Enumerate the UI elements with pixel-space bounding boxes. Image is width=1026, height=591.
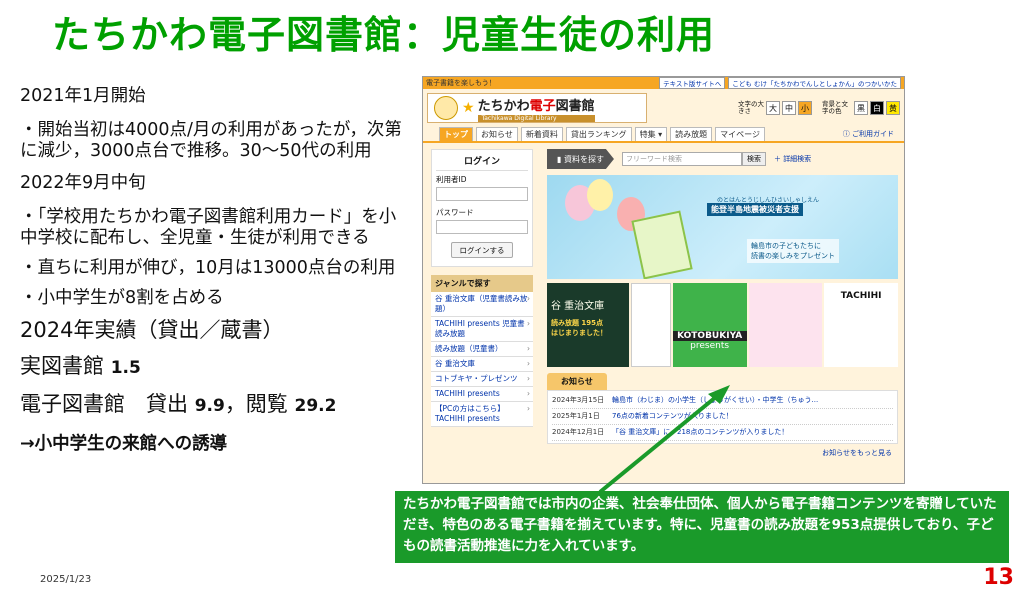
browse-value: 29.2 (294, 396, 337, 416)
search-tag: ▮ 資料を探す (547, 149, 614, 169)
genre-item[interactable]: コトブキヤ・プレゼンツ (431, 372, 533, 387)
start-date: 2021年1月開始 (20, 86, 146, 106)
news-row[interactable]: 2024年12月1日 「谷 重治文庫」に、218点のコンテンツが入りました！ (552, 425, 893, 441)
digital-label: 電子図書館 貸出 (20, 392, 195, 416)
color-white[interactable]: 白 (870, 101, 884, 115)
bullet-initial-usage: ・開始当初は4000点/月の利用があったが，次第に減少，3000点台で推移。30… (20, 120, 402, 161)
book-search-icon: ▮ (557, 154, 564, 164)
logo-name: たちかわ電子図書館 (477, 98, 595, 114)
tablet-illustration (631, 210, 693, 279)
news-row[interactable]: 2025年1月1日 76点の新着コンテンツが入りました！ (552, 409, 893, 425)
font-size-medium[interactable]: 中 (782, 101, 796, 115)
font-size-small[interactable]: 小 (798, 101, 812, 115)
password-label: パスワード (436, 208, 474, 217)
visit-guidance: →小中学生の来館への誘導 (20, 434, 228, 454)
banner-heading: 能登半島地震被災者支援 (707, 203, 803, 216)
slide-date: 2025/1/23 (40, 574, 92, 585)
login-button[interactable]: ログインする (451, 242, 513, 258)
tab-unlimited[interactable]: 読み放題 (670, 127, 713, 141)
left-text-panel: 2021年1月開始 ・開始当初は4000点/月の利用があったが，次第に減少，30… (20, 84, 410, 455)
bullet-school-card: ・「学校用たちかわ電子図書館利用カード」を小中学校に配布し、全児童・生徒が利用で… (20, 207, 397, 248)
tile-book-cover[interactable] (630, 283, 671, 367)
physical-value: 1.5 (110, 358, 141, 378)
guide-link[interactable]: ⓘ ご利用ガイド (843, 129, 904, 139)
site-nav: トップ お知らせ 新着資料 貸出ランキング 特集 ▾ 読み放題 マイページ ⓘ … (423, 127, 904, 143)
advanced-search-link[interactable]: ＋ 詳細検索 (774, 154, 811, 164)
tile-kotobukiya[interactable]: KOTOBUKIYA presents (672, 283, 747, 367)
news-row[interactable]: 2024年3月15日 輪島市（わじま）の小学生（しょうがくせい）・中学生（ちゅう.… (552, 393, 893, 409)
cat-mascot-icon (434, 96, 458, 120)
site-sidebar: ログイン 利用者ID パスワード ログインする ジャンルで探す 谷 重治文庫（児… (423, 143, 541, 483)
genre-list: 谷 重治文庫（児童書読み放題） TACHIHI presents 児童書読み放題… (431, 292, 533, 427)
genre-item[interactable]: 谷 重治文庫 (431, 357, 533, 372)
tile-books[interactable] (748, 283, 823, 367)
user-id-label: 利用者ID (436, 175, 467, 184)
color-black[interactable]: 黒 (854, 101, 868, 115)
physical-library-stat: 実図書館 1.5 (20, 354, 410, 380)
search-row: ▮ 資料を探す フリーワード検索 検索 ＋ 詳細検索 (547, 149, 898, 169)
bullet-usage-growth: ・直ちに利用が伸び，10月は13000点台の利用 (20, 258, 396, 278)
tab-new-items[interactable]: 新着資料 (520, 127, 563, 141)
text-site-link[interactable]: テキスト版サイトへ (659, 77, 726, 89)
plus-icon: ＋ (773, 155, 784, 163)
tab-mypage[interactable]: マイページ (715, 127, 766, 141)
news-list: 2024年3月15日 輪島市（わじま）の小学生（しょうがくせい）・中学生（ちゅう.… (547, 390, 898, 444)
support-banner[interactable]: のとはんとうじしんひさいしゃしえん 能登半島地震被災者支援 輪島市の子どもたちに… (547, 175, 898, 279)
font-size-label: 文字の大きさ (738, 100, 764, 115)
feature-tiles: 谷 重治文庫 読み放題 195点 はじまりました！ KOTOBUKIYA pre… (547, 283, 898, 367)
logo-subtitle: Tachikawa Digital Library (477, 114, 595, 122)
callout-box: たちかわ電子図書館では市内の企業、社会奉仕団体、個人から電子書籍コンテンツを寄贈… (395, 491, 1009, 563)
tab-news[interactable]: お知らせ (476, 127, 518, 141)
lending-value: 9.9 (194, 396, 225, 416)
genre-item[interactable]: 読み放題（児童書） (431, 342, 533, 357)
password-input[interactable] (436, 220, 528, 234)
search-input[interactable]: フリーワード検索 (621, 152, 742, 166)
tab-features[interactable]: 特集 ▾ (634, 127, 668, 141)
genre-title: ジャンルで探す (431, 275, 533, 292)
physical-label: 実図書館 (20, 354, 111, 378)
balloon-icon (587, 179, 613, 211)
site-logo[interactable]: ★ たちかわ電子図書館 Tachikawa Digital Library (427, 93, 647, 123)
slide-title: たちかわ電子図書館：児童生徒の利用 (52, 13, 716, 57)
news-title: お知らせ (547, 373, 607, 390)
tile-tachihi[interactable]: TACHIHI (824, 283, 898, 367)
genre-item[interactable]: 【PCの方はこちら】TACHIHI presents (431, 402, 533, 427)
site-main: ▮ 資料を探す フリーワード検索 検索 ＋ 詳細検索 のとはんとうじしんひさいし… (541, 143, 904, 483)
site-body: ログイン 利用者ID パスワード ログインする ジャンルで探す 谷 重治文庫（児… (423, 143, 904, 483)
bullet-share: ・小中学生が8割を占める (20, 288, 224, 308)
card-date: 2022年9月中旬 (20, 173, 146, 193)
topbar-text: 電子書籍を楽しもう！ (426, 79, 496, 87)
login-box: ログイン 利用者ID パスワード ログインする (431, 149, 533, 267)
browse-label: ，閲覧 (224, 392, 295, 416)
banner-message: 輪島市の子どもたちに 読書の楽しみをプレゼント (747, 239, 839, 263)
results-heading: 2024年実績（貸出／蔵書） (20, 318, 284, 342)
genre-item[interactable]: TACHIHI presents 児童書読み放題 (431, 317, 533, 342)
color-label: 背景と文字の色 (822, 100, 848, 115)
font-size-large[interactable]: 大 (766, 101, 780, 115)
tile-tani-bunko[interactable]: 谷 重治文庫 読み放題 195点 はじまりました！ (547, 283, 629, 367)
question-icon: ⓘ (842, 130, 852, 138)
site-topbar: 電子書籍を楽しもう！ テキスト版サイトへ こども むけ「たちかわでんしとしょかん… (423, 77, 904, 89)
login-title: ログイン (436, 154, 528, 171)
more-news-link[interactable]: お知らせをもっと見る (547, 444, 898, 462)
display-options: 文字の大きさ 大 中 小 背景と文字の色 黒 白 黄 (738, 101, 900, 115)
digital-library-stat: 電子図書館 貸出 9.9，閲覧 29.2 (20, 392, 410, 418)
user-id-input[interactable] (436, 187, 528, 201)
tab-top[interactable]: トップ (439, 127, 473, 141)
genre-item[interactable]: TACHIHI presents (431, 387, 533, 402)
color-yellow[interactable]: 黄 (886, 101, 900, 115)
star-icon: ★ (462, 100, 475, 116)
page-number: 13 (983, 565, 1014, 590)
tab-ranking[interactable]: 貸出ランキング (565, 127, 632, 141)
search-button[interactable]: 検索 (741, 152, 766, 166)
library-site-screenshot: 電子書籍を楽しもう！ テキスト版サイトへ こども むけ「たちかわでんしとしょかん… (422, 76, 905, 484)
genre-item[interactable]: 谷 重治文庫（児童書読み放題） (431, 292, 533, 317)
kids-guide-link[interactable]: こども むけ「たちかわでんしとしょかん」のつかいかた (728, 77, 901, 89)
site-header: ★ たちかわ電子図書館 Tachikawa Digital Library 文字… (423, 89, 904, 127)
